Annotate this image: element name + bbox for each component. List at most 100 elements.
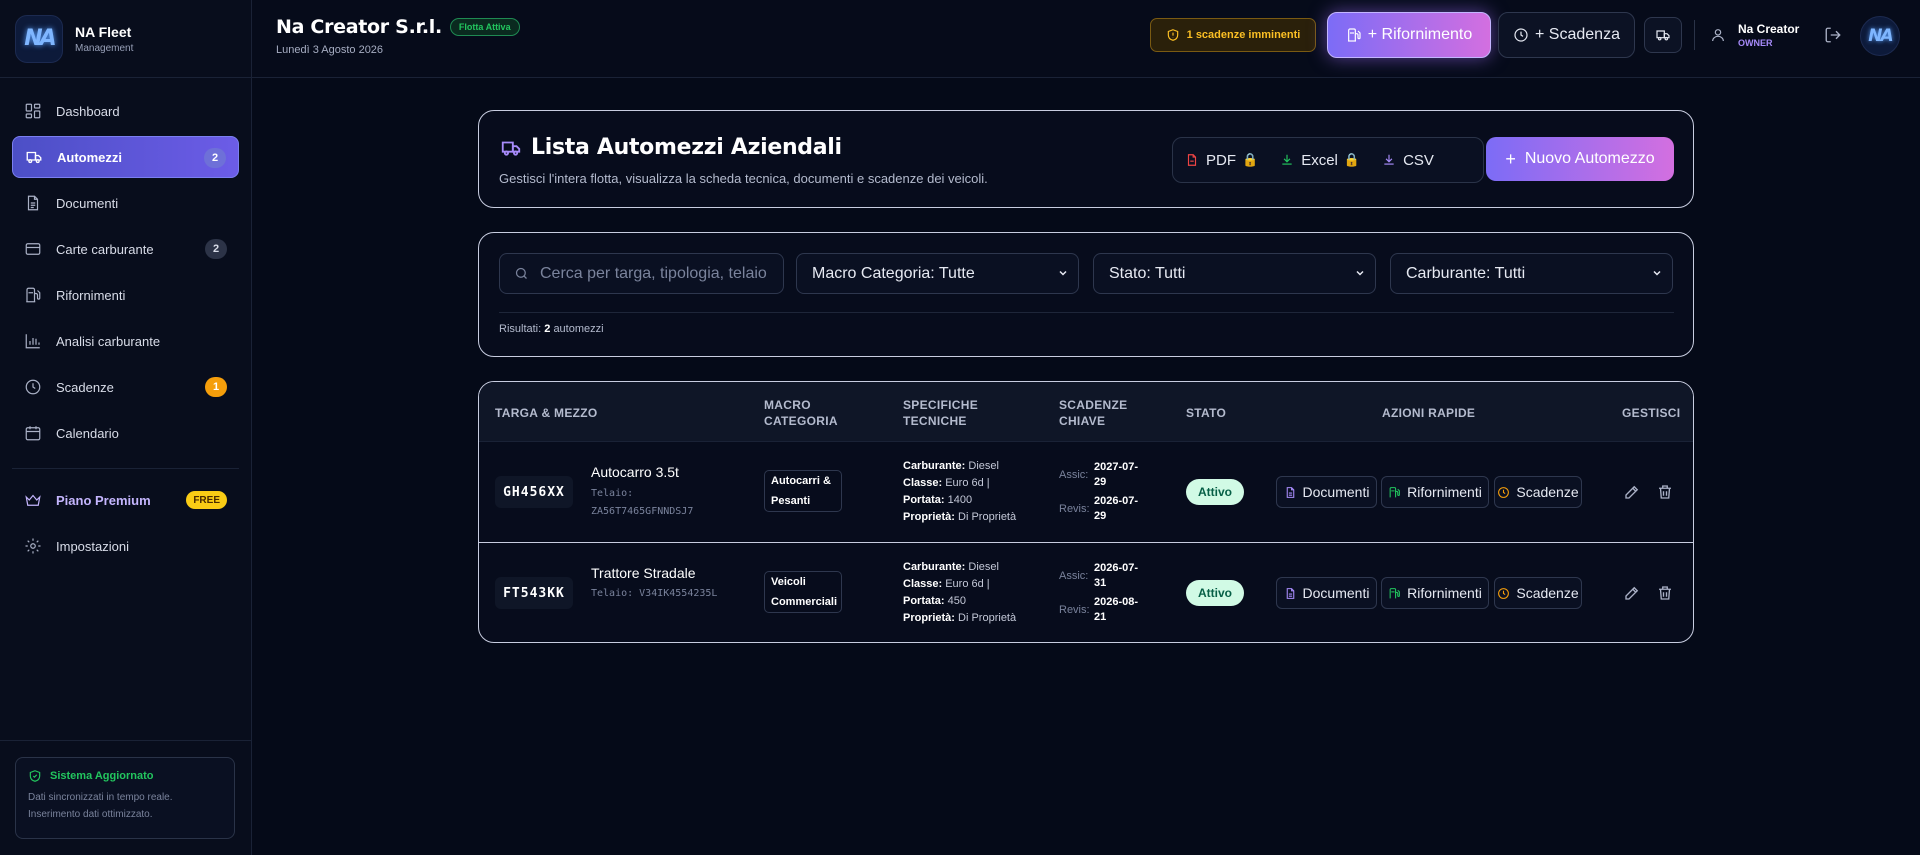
export-label: Excel — [1301, 151, 1338, 169]
edit-icon[interactable] — [1623, 483, 1641, 501]
column-header: SPECIFICHE TECNICHE — [903, 398, 979, 428]
document-icon — [1286, 486, 1294, 498]
button-label: Documenti — [1302, 585, 1370, 601]
column-header: GESTISCI — [1622, 406, 1681, 420]
top-header: Na Creator S.r.l. Flotta Attiva Lunedì 3… — [252, 0, 1920, 78]
status-select[interactable]: Stato: Tutti — [1093, 253, 1376, 294]
sidebar-item-premium[interactable]: Piano Premium FREE — [12, 479, 239, 521]
documents-button[interactable]: Documenti — [1276, 577, 1377, 609]
filter-divider — [499, 312, 1674, 313]
deadline-label: Revis: — [1059, 604, 1090, 616]
chevron-down-icon — [1059, 270, 1067, 276]
deadlines-button[interactable]: Scadenze — [1494, 476, 1582, 508]
table-row[interactable]: GH456XX Autocarro 3.5t Telaio: ZA56T7465… — [479, 442, 1693, 543]
table-row[interactable]: FT543KK Trattore Stradale Telaio: V34IK4… — [479, 543, 1693, 642]
download-icon — [1282, 154, 1292, 165]
export-csv-button[interactable]: CSV — [1382, 152, 1434, 169]
shield-check-icon — [29, 770, 41, 782]
button-label: Rifornimenti — [1407, 585, 1482, 601]
refuels-button[interactable]: Rifornimenti — [1381, 476, 1489, 508]
sidebar-item-carte-carburante[interactable]: Carte carburante 2 — [12, 228, 239, 270]
deadline-label: Revis: — [1059, 503, 1090, 515]
vehicle-quick-button[interactable] — [1644, 17, 1682, 53]
table-header: TARGA & MEZZO MACRO CATEGORIA SPECIFICHE T… — [479, 382, 1693, 442]
technical-specs: Carburante: Diesel Classe: Euro 6d | Por… — [903, 561, 1017, 624]
avatar[interactable]: NA — [1860, 16, 1900, 56]
macro-category-select[interactable]: Macro Categoria: Tutte — [796, 253, 1079, 294]
search-icon — [515, 267, 527, 279]
export-excel-button[interactable]: Excel 🔒 — [1280, 152, 1360, 169]
sidebar-item-automezzi[interactable]: Automezzi 2 — [12, 136, 239, 178]
sidebar-item-analisi-carburante[interactable]: Analisi carburante — [12, 320, 239, 362]
sidebar-divider — [12, 468, 239, 469]
document-icon — [1286, 587, 1294, 599]
truck-icon — [26, 151, 42, 164]
technical-specs: Carburante: Diesel Classe: Euro 6d | Por… — [903, 460, 1017, 523]
file-pdf-icon — [1187, 154, 1197, 166]
add-refuel-button[interactable]: + Rifornimento — [1327, 12, 1491, 58]
export-group: PDF 🔒 Excel 🔒 CSV — [1172, 137, 1484, 183]
sidebar-item-calendario[interactable]: Calendario — [12, 412, 239, 454]
deadline-label: Assic: — [1059, 469, 1089, 481]
sidebar-item-label: Automezzi — [57, 149, 122, 165]
deadlines-button[interactable]: Scadenze — [1494, 577, 1582, 609]
sidebar-item-label: Rifornimenti — [56, 287, 126, 303]
edit-icon[interactable] — [1623, 584, 1641, 602]
clock-icon — [25, 379, 41, 395]
deadline-value: 2026-07- 31 — [1094, 562, 1139, 589]
search-box[interactable] — [499, 253, 784, 294]
fuel-pump-icon — [26, 287, 41, 303]
sidebar-item-scadenze[interactable]: Scadenze 1 — [12, 366, 239, 408]
documents-button[interactable]: Documenti — [1276, 476, 1377, 508]
select-value: Macro Categoria: Tutte — [812, 264, 975, 282]
logout-icon[interactable] — [1824, 26, 1842, 44]
sidebar-item-label: Piano Premium — [56, 492, 151, 508]
brand-name: NA Fleet — [75, 23, 132, 40]
results-suffix: automezzi — [553, 323, 604, 335]
results-prefix: Risultati: — [499, 323, 542, 335]
new-vehicle-button[interactable]: + Nuovo Automezzo — [1486, 137, 1674, 181]
deadline-value: 2026-07- 29 — [1094, 495, 1139, 522]
sidebar-item-dashboard[interactable]: Dashboard — [12, 90, 239, 132]
bar-chart-icon — [25, 334, 40, 349]
sidebar: NA NA Fleet Management Dashboard Automez… — [0, 0, 252, 855]
header-divider — [1694, 20, 1695, 50]
user-name: Na Creator — [1738, 22, 1800, 36]
lock-icon: 🔒 — [1343, 152, 1361, 167]
column-header: SCADENZE CHIAVE — [1059, 398, 1128, 428]
sidebar-item-documenti[interactable]: Documenti — [12, 182, 239, 224]
sidebar-item-label: Documenti — [56, 195, 119, 211]
trash-icon[interactable] — [1656, 584, 1674, 602]
export-pdf-button[interactable]: PDF 🔒 — [1185, 152, 1258, 169]
trash-icon[interactable] — [1656, 483, 1674, 501]
fuel-pump-icon — [1389, 587, 1401, 598]
user-icon — [1712, 29, 1724, 42]
sidebar-item-label: Calendario — [56, 425, 119, 441]
plan-badge: FREE — [186, 491, 227, 509]
button-label: Nuovo Automezzo — [1524, 150, 1655, 167]
sidebar-item-impostazioni[interactable]: Impostazioni — [12, 525, 239, 567]
macro-category-tag: Veicoli Commerciali — [764, 571, 842, 613]
count-badge: 1 — [205, 377, 227, 397]
select-value: Stato: Tutti — [1109, 264, 1186, 282]
deadline-label: Assic: — [1059, 570, 1089, 582]
credit-card-icon — [25, 243, 41, 255]
lock-icon: 🔒 — [1242, 152, 1259, 167]
vehicle-name: Autocarro 3.5t — [591, 464, 679, 480]
vehicle-name: Trattore Stradale — [591, 565, 696, 581]
brand-logo[interactable]: NA — [15, 14, 63, 63]
sidebar-item-rifornimenti[interactable]: Rifornimenti — [12, 274, 239, 316]
sidebar-item-label: Scadenze — [56, 379, 114, 395]
add-deadline-button[interactable]: + Scadenza — [1498, 12, 1635, 58]
status-title: Sistema Aggiornato — [50, 770, 154, 782]
export-label: CSV — [1403, 151, 1434, 169]
refuels-button[interactable]: Rifornimenti — [1381, 577, 1489, 609]
fuel-select[interactable]: Carburante: Tutti — [1390, 253, 1673, 294]
search-input[interactable] — [540, 264, 780, 283]
count-badge: 2 — [204, 148, 226, 168]
results-count: Risultati: 2 automezzi — [499, 323, 604, 335]
deadline-warning-button[interactable]: 1 scadenze imminenti — [1150, 18, 1316, 52]
user-menu[interactable]: Na Creator OWNER — [1710, 22, 1799, 48]
document-icon — [27, 195, 39, 211]
sidebar-item-label: Carte carburante — [56, 241, 154, 257]
